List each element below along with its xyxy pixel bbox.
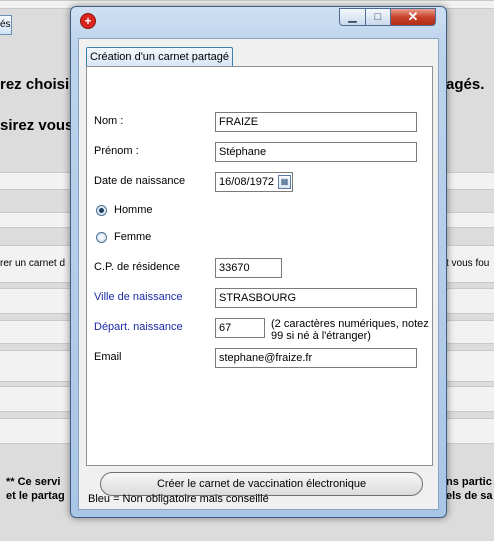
- maximize-button[interactable]: □: [365, 8, 391, 26]
- prenom-input[interactable]: Stéphane: [215, 142, 417, 162]
- radio-femme-label[interactable]: Femme: [114, 231, 151, 243]
- dialog-client-area: Création d'un carnet partagé Nom : FRAIZ…: [78, 38, 439, 510]
- depart-hint: (2 caractères numériques, notez 99 si né…: [271, 318, 429, 342]
- tab-creation-carnet[interactable]: Création d'un carnet partagé: [86, 47, 233, 66]
- dialog-window: + ▁ □ ✕ Création d'un carnet partagé Nom…: [70, 6, 447, 518]
- email-label: Email: [94, 351, 122, 363]
- background-footer: ns partic: [446, 476, 492, 488]
- tab-label: Création d'un carnet partagé: [89, 51, 230, 63]
- close-icon: ✕: [407, 9, 419, 24]
- background-heading-2: sirez vous: [0, 117, 70, 134]
- minimize-button[interactable]: ▁: [339, 8, 366, 26]
- cp-input[interactable]: 33670: [215, 258, 282, 278]
- background-row-text: rer un carnet d: [0, 258, 66, 269]
- calendar-icon[interactable]: ▦: [278, 175, 291, 189]
- background-row-text-right: t vous fou: [446, 258, 490, 269]
- dob-label: Date de naissance: [94, 175, 186, 187]
- title-bar[interactable]: + ▁ □ ✕: [71, 7, 446, 33]
- email-input[interactable]: stephane@fraize.fr: [215, 348, 417, 368]
- close-button[interactable]: ✕: [390, 8, 436, 26]
- depart-input[interactable]: 67: [215, 318, 265, 338]
- ville-label: Ville de naissance: [94, 291, 183, 303]
- nom-label: Nom :: [94, 115, 124, 127]
- red-cross-icon[interactable]: +: [80, 13, 96, 29]
- maximize-icon: □: [374, 11, 382, 23]
- prenom-label: Prénom :: [94, 145, 139, 157]
- radio-homme-label[interactable]: Homme: [114, 204, 153, 216]
- radio-homme[interactable]: [96, 205, 107, 216]
- background-heading-1: rez choisi: [0, 76, 70, 93]
- form-panel: Nom : FRAIZE Prénom : Stéphane Date de n…: [86, 66, 433, 496]
- background-footer: et le partag: [6, 490, 65, 502]
- dob-datepicker[interactable]: 16/08/1972 ▦: [215, 172, 293, 192]
- background-footer: ** Ce servi: [6, 476, 61, 488]
- radio-femme[interactable]: [96, 232, 107, 243]
- background-footer: els de sa: [446, 490, 493, 502]
- dob-value: 16/08/1972: [219, 176, 275, 188]
- legend-text: Bleu = Non obligatoire mais conseillé: [88, 493, 269, 505]
- background-heading-1-right: agés.: [446, 76, 485, 93]
- radio-selected-dot: [99, 208, 104, 213]
- cp-label: C.P. de résidence: [94, 261, 181, 273]
- depart-label: Départ. naissance: [94, 321, 183, 333]
- nom-input[interactable]: FRAIZE: [215, 112, 417, 132]
- background-tab-label: és: [0, 19, 11, 30]
- background-tab[interactable]: és: [0, 15, 12, 35]
- ville-input[interactable]: STRASBOURG: [215, 288, 417, 308]
- minimize-icon: ▁: [348, 11, 357, 23]
